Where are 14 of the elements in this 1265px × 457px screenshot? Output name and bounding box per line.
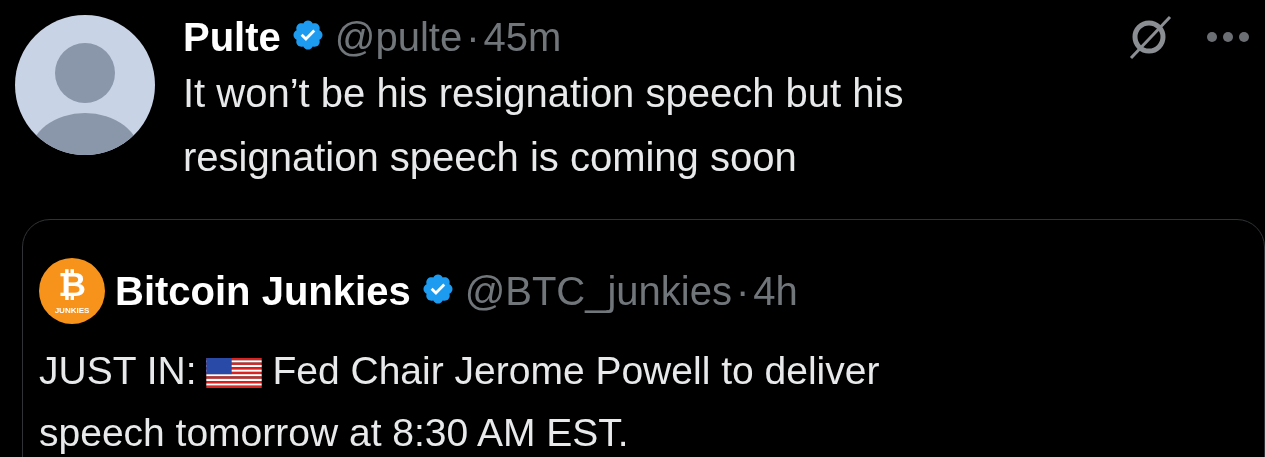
author-name[interactable]: Bitcoin Junkies — [115, 268, 411, 314]
post-time[interactable]: 4h — [753, 268, 798, 314]
author-name[interactable]: Pulte — [183, 14, 281, 60]
separator: · — [466, 14, 480, 60]
separator: · — [736, 268, 750, 314]
more-icon[interactable] — [1206, 31, 1250, 43]
flag-icon — [206, 358, 263, 388]
post-time[interactable]: 45m — [483, 14, 562, 60]
quoted-post-card[interactable]: ₿ JUNKIES Bitcoin Junkies @BTC_junkies·4h JUST IN: Fed Chair Jerome Powell to deliver speech tomorrow at 8:30 AM EST. — [22, 219, 1265, 457]
bitcoin-logo: ₿ JUNKIES — [39, 258, 105, 324]
post-text: It won’t be his resignation speech but his resignation speech is coming soon — [183, 70, 905, 181]
author-handle[interactable]: @BTC_junkies — [464, 268, 732, 314]
quoted-post-text: JUST IN: Fed Chair Jerome Powell to deliver speech tomorrow at 8:30 AM EST. — [39, 348, 881, 456]
author-handle[interactable]: @pulte — [334, 14, 463, 60]
